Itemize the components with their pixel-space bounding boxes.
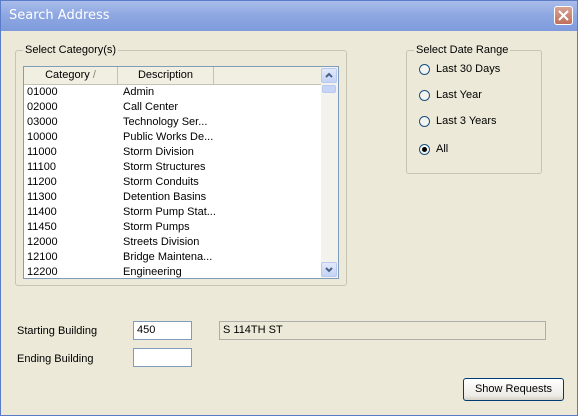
list-item[interactable]: 11000 Storm Division bbox=[24, 145, 321, 160]
starting-building-input[interactable]: 450 bbox=[133, 321, 192, 340]
category-description: Public Works De... bbox=[123, 131, 214, 143]
category-code: 11400 bbox=[27, 206, 57, 218]
list-item[interactable]: 02000 Call Center bbox=[24, 100, 321, 115]
category-code: 11200 bbox=[27, 176, 57, 188]
category-code: 10000 bbox=[27, 131, 58, 143]
title-bar[interactable]: Search Address bbox=[1, 1, 577, 31]
street-name-field: S 114TH ST bbox=[219, 321, 546, 340]
list-rows: 01000 Admin 02000 Call Center 03000 Technolog… bbox=[24, 85, 321, 278]
window-title: Search Address bbox=[9, 8, 110, 23]
list-item[interactable]: 12000 Streets Division bbox=[24, 235, 321, 250]
list-header: Category / Description bbox=[24, 67, 321, 85]
category-description: Admin bbox=[123, 86, 155, 98]
list-item[interactable]: 11100 Storm Structures bbox=[24, 160, 321, 175]
show-requests-button[interactable]: Show Requests bbox=[463, 378, 564, 401]
category-group-legend: Select Category(s) bbox=[23, 43, 119, 57]
list-item[interactable]: 11400 Storm Pump Stat... bbox=[24, 205, 321, 220]
list-item[interactable]: 12200 Engineering bbox=[24, 265, 321, 278]
list-item[interactable]: 12100 Bridge Maintena... bbox=[24, 250, 321, 265]
date-range-group: Select Date Range Last 30 Days Last Year… bbox=[406, 43, 542, 174]
chevron-down-icon bbox=[325, 267, 333, 273]
search-address-window: Search Address Select Category(s) Catego… bbox=[0, 0, 578, 416]
column-header-description[interactable]: Description bbox=[118, 67, 214, 84]
list-item[interactable]: 11200 Storm Conduits bbox=[24, 175, 321, 190]
starting-building-label: Starting Building bbox=[17, 325, 98, 337]
close-button[interactable] bbox=[554, 6, 573, 25]
category-description: Streets Division bbox=[123, 236, 200, 248]
scroll-thumb[interactable] bbox=[322, 85, 336, 93]
category-description: Storm Pumps bbox=[123, 221, 190, 233]
category-code: 01000 bbox=[27, 86, 58, 98]
category-group: Select Category(s) Category / Descriptio… bbox=[15, 43, 347, 286]
list-item[interactable]: 03000 Technology Ser... bbox=[24, 115, 321, 130]
ending-building-input[interactable] bbox=[133, 348, 192, 367]
radio-circle[interactable] bbox=[419, 144, 430, 155]
category-description: Storm Division bbox=[123, 146, 194, 158]
category-code: 12200 bbox=[27, 266, 58, 278]
dialog-body: Select Category(s) Category / Descriptio… bbox=[1, 31, 577, 415]
radio-circle[interactable] bbox=[419, 90, 430, 101]
sort-indicator-icon: / bbox=[92, 69, 96, 81]
radio-circle[interactable] bbox=[419, 116, 430, 127]
category-listview[interactable]: Category / Description 01000 Admin 02000 Ca… bbox=[23, 66, 339, 279]
radio-circle[interactable] bbox=[419, 64, 430, 75]
category-code: 12100 bbox=[27, 251, 58, 263]
category-code: 03000 bbox=[27, 116, 58, 128]
category-code: 02000 bbox=[27, 101, 58, 113]
vertical-scrollbar[interactable] bbox=[321, 67, 338, 278]
category-description: Detention Basins bbox=[123, 191, 207, 203]
category-description: Call Center bbox=[123, 101, 179, 113]
category-description: Storm Pump Stat... bbox=[123, 206, 216, 218]
ending-building-label: Ending Building bbox=[17, 353, 94, 365]
category-code: 11450 bbox=[27, 221, 57, 233]
date-range-legend: Select Date Range bbox=[414, 43, 511, 57]
scroll-up-button[interactable] bbox=[321, 68, 337, 83]
list-item[interactable]: 11450 Storm Pumps bbox=[24, 220, 321, 235]
close-icon bbox=[558, 10, 569, 21]
list-item[interactable]: 10000 Public Works De... bbox=[24, 130, 321, 145]
chevron-up-icon bbox=[325, 72, 333, 78]
category-code: 11100 bbox=[27, 161, 56, 173]
category-description: Bridge Maintena... bbox=[123, 251, 213, 263]
category-description: Storm Conduits bbox=[123, 176, 199, 188]
category-code: 11000 bbox=[27, 146, 57, 158]
category-code: 11300 bbox=[27, 191, 57, 203]
column-header-category[interactable]: Category / bbox=[24, 67, 118, 84]
list-item[interactable]: 01000 Admin bbox=[24, 85, 321, 100]
category-description: Technology Ser... bbox=[123, 116, 208, 128]
column-header-filler bbox=[214, 67, 321, 84]
category-description: Engineering bbox=[123, 266, 182, 278]
category-code: 12000 bbox=[27, 236, 58, 248]
radio-selected-dot bbox=[422, 147, 427, 152]
list-item[interactable]: 11300 Detention Basins bbox=[24, 190, 321, 205]
category-description: Storm Structures bbox=[123, 161, 206, 173]
scroll-down-button[interactable] bbox=[321, 262, 337, 277]
